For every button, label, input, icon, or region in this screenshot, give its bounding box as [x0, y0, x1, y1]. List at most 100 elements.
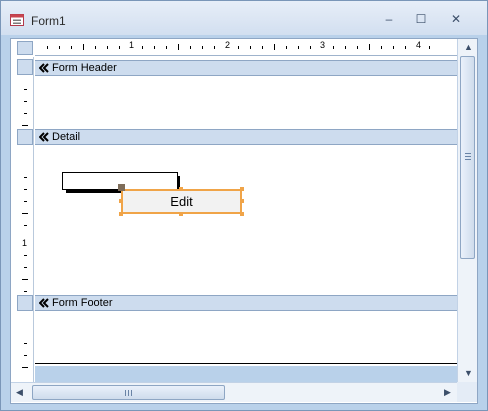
ruler-number: 4 — [416, 40, 422, 50]
footer-bottom-edge — [35, 363, 457, 364]
form-footer-label: Form Footer — [52, 297, 113, 309]
ruler-tick — [429, 46, 430, 49]
ruler-tick — [24, 189, 27, 190]
close-button[interactable]: ✕ — [442, 9, 470, 29]
ruler-tick — [22, 279, 28, 280]
grip-icon — [125, 390, 126, 396]
ruler-tick — [107, 46, 108, 49]
ruler-tick — [22, 367, 28, 368]
ruler-tick — [47, 46, 48, 49]
form-header-label: Form Header — [52, 62, 117, 74]
form-icon — [10, 14, 24, 26]
ruler-tick — [274, 44, 275, 50]
section-selector-detail[interactable] — [17, 129, 33, 145]
ruler-tick — [333, 46, 334, 49]
size-grip — [457, 382, 477, 402]
form-footer-section[interactable] — [35, 311, 457, 363]
ruler-number: 1 — [22, 238, 28, 248]
vertical-scroll-thumb[interactable] — [460, 56, 475, 259]
ruler-tick — [71, 46, 72, 49]
form-header-section[interactable] — [35, 76, 457, 129]
ruler-number: 3 — [320, 40, 326, 50]
move-handle[interactable] — [118, 184, 125, 191]
ruler-tick — [238, 46, 239, 49]
ruler-tick — [22, 125, 28, 126]
ruler-tick — [83, 44, 84, 50]
ruler-tick — [357, 46, 358, 49]
ruler-tick — [381, 46, 382, 49]
ruler-tick — [250, 46, 251, 49]
section-arrow-icon — [39, 63, 49, 73]
ruler-tick — [178, 44, 179, 50]
ruler-tick — [95, 46, 96, 49]
grip-icon — [465, 159, 471, 160]
ruler-tick — [24, 89, 27, 90]
horizontal-scroll-thumb[interactable] — [32, 385, 225, 400]
resize-handle[interactable] — [240, 212, 244, 216]
form-design-window: Form1 – ☐ ✕ 1 2 3 4 1 Form Header Detail… — [0, 0, 488, 411]
form-footer-bar[interactable]: Form Footer — [35, 295, 457, 311]
detail-label: Detail — [52, 131, 81, 143]
ruler-tick — [119, 46, 120, 49]
resize-handle[interactable] — [119, 212, 123, 216]
ruler-tick — [24, 225, 27, 226]
resize-handle[interactable] — [240, 199, 244, 203]
scroll-left-icon[interactable]: ◀ — [16, 387, 23, 398]
ruler-tick — [310, 46, 311, 49]
resize-handle[interactable] — [240, 187, 244, 191]
form-background — [35, 366, 457, 382]
edit-button[interactable]: Edit — [121, 189, 242, 214]
form-header-bar[interactable]: Form Header — [35, 60, 457, 76]
ruler-tick — [154, 46, 155, 49]
horizontal-scrollbar[interactable]: ◀ ▶ — [11, 382, 457, 402]
ruler-tick — [345, 46, 346, 49]
ruler-tick — [142, 46, 143, 49]
ruler-tick — [24, 343, 27, 344]
resize-handle[interactable] — [119, 199, 123, 203]
ruler-tick — [24, 267, 27, 268]
scroll-up-icon[interactable]: ▲ — [464, 42, 473, 52]
ruler-tick — [369, 44, 370, 50]
grip-icon — [128, 390, 129, 396]
ruler-tick — [393, 46, 394, 49]
ruler-tick — [22, 213, 28, 214]
ruler-tick — [166, 46, 167, 49]
ruler-tick — [24, 255, 27, 256]
ruler-tick — [298, 46, 299, 49]
ruler-tick — [262, 46, 263, 49]
ruler-number: 2 — [225, 40, 231, 50]
vertical-scrollbar[interactable]: ▲ ▼ — [457, 39, 477, 382]
grip-icon — [131, 390, 132, 396]
ruler-tick — [214, 46, 215, 49]
detail-bar[interactable]: Detail — [35, 129, 457, 145]
window-title: Form1 — [31, 14, 66, 28]
ruler-tick — [24, 355, 27, 356]
scroll-right-icon[interactable]: ▶ — [444, 387, 451, 398]
ruler-tick — [24, 291, 27, 292]
maximize-button[interactable]: ☐ — [407, 9, 435, 29]
ruler-tick — [286, 46, 287, 49]
form-selector[interactable] — [17, 41, 33, 55]
resize-handle[interactable] — [179, 187, 183, 191]
ruler-tick — [190, 46, 191, 49]
horizontal-ruler[interactable]: 1 2 3 4 — [35, 39, 457, 56]
ruler-tick — [24, 101, 27, 102]
grip-icon — [465, 156, 471, 157]
ruler-tick — [24, 177, 27, 178]
ruler-tick — [24, 113, 27, 114]
section-selector-header[interactable] — [17, 59, 33, 75]
ruler-tick — [24, 201, 27, 202]
resize-handle[interactable] — [179, 212, 183, 216]
ruler-tick — [59, 46, 60, 49]
section-arrow-icon — [39, 298, 49, 308]
section-selector-footer[interactable] — [17, 295, 33, 311]
title-bar[interactable]: Form1 – ☐ ✕ — [1, 1, 487, 35]
minimize-button[interactable]: – — [375, 9, 403, 29]
ruler-number: 1 — [129, 40, 135, 50]
detail-section[interactable] — [35, 145, 457, 295]
scroll-down-icon[interactable]: ▼ — [464, 368, 473, 378]
grip-icon — [465, 153, 471, 154]
ruler-tick — [405, 46, 406, 49]
section-arrow-icon — [39, 132, 49, 142]
vertical-ruler[interactable]: 1 — [17, 57, 34, 382]
